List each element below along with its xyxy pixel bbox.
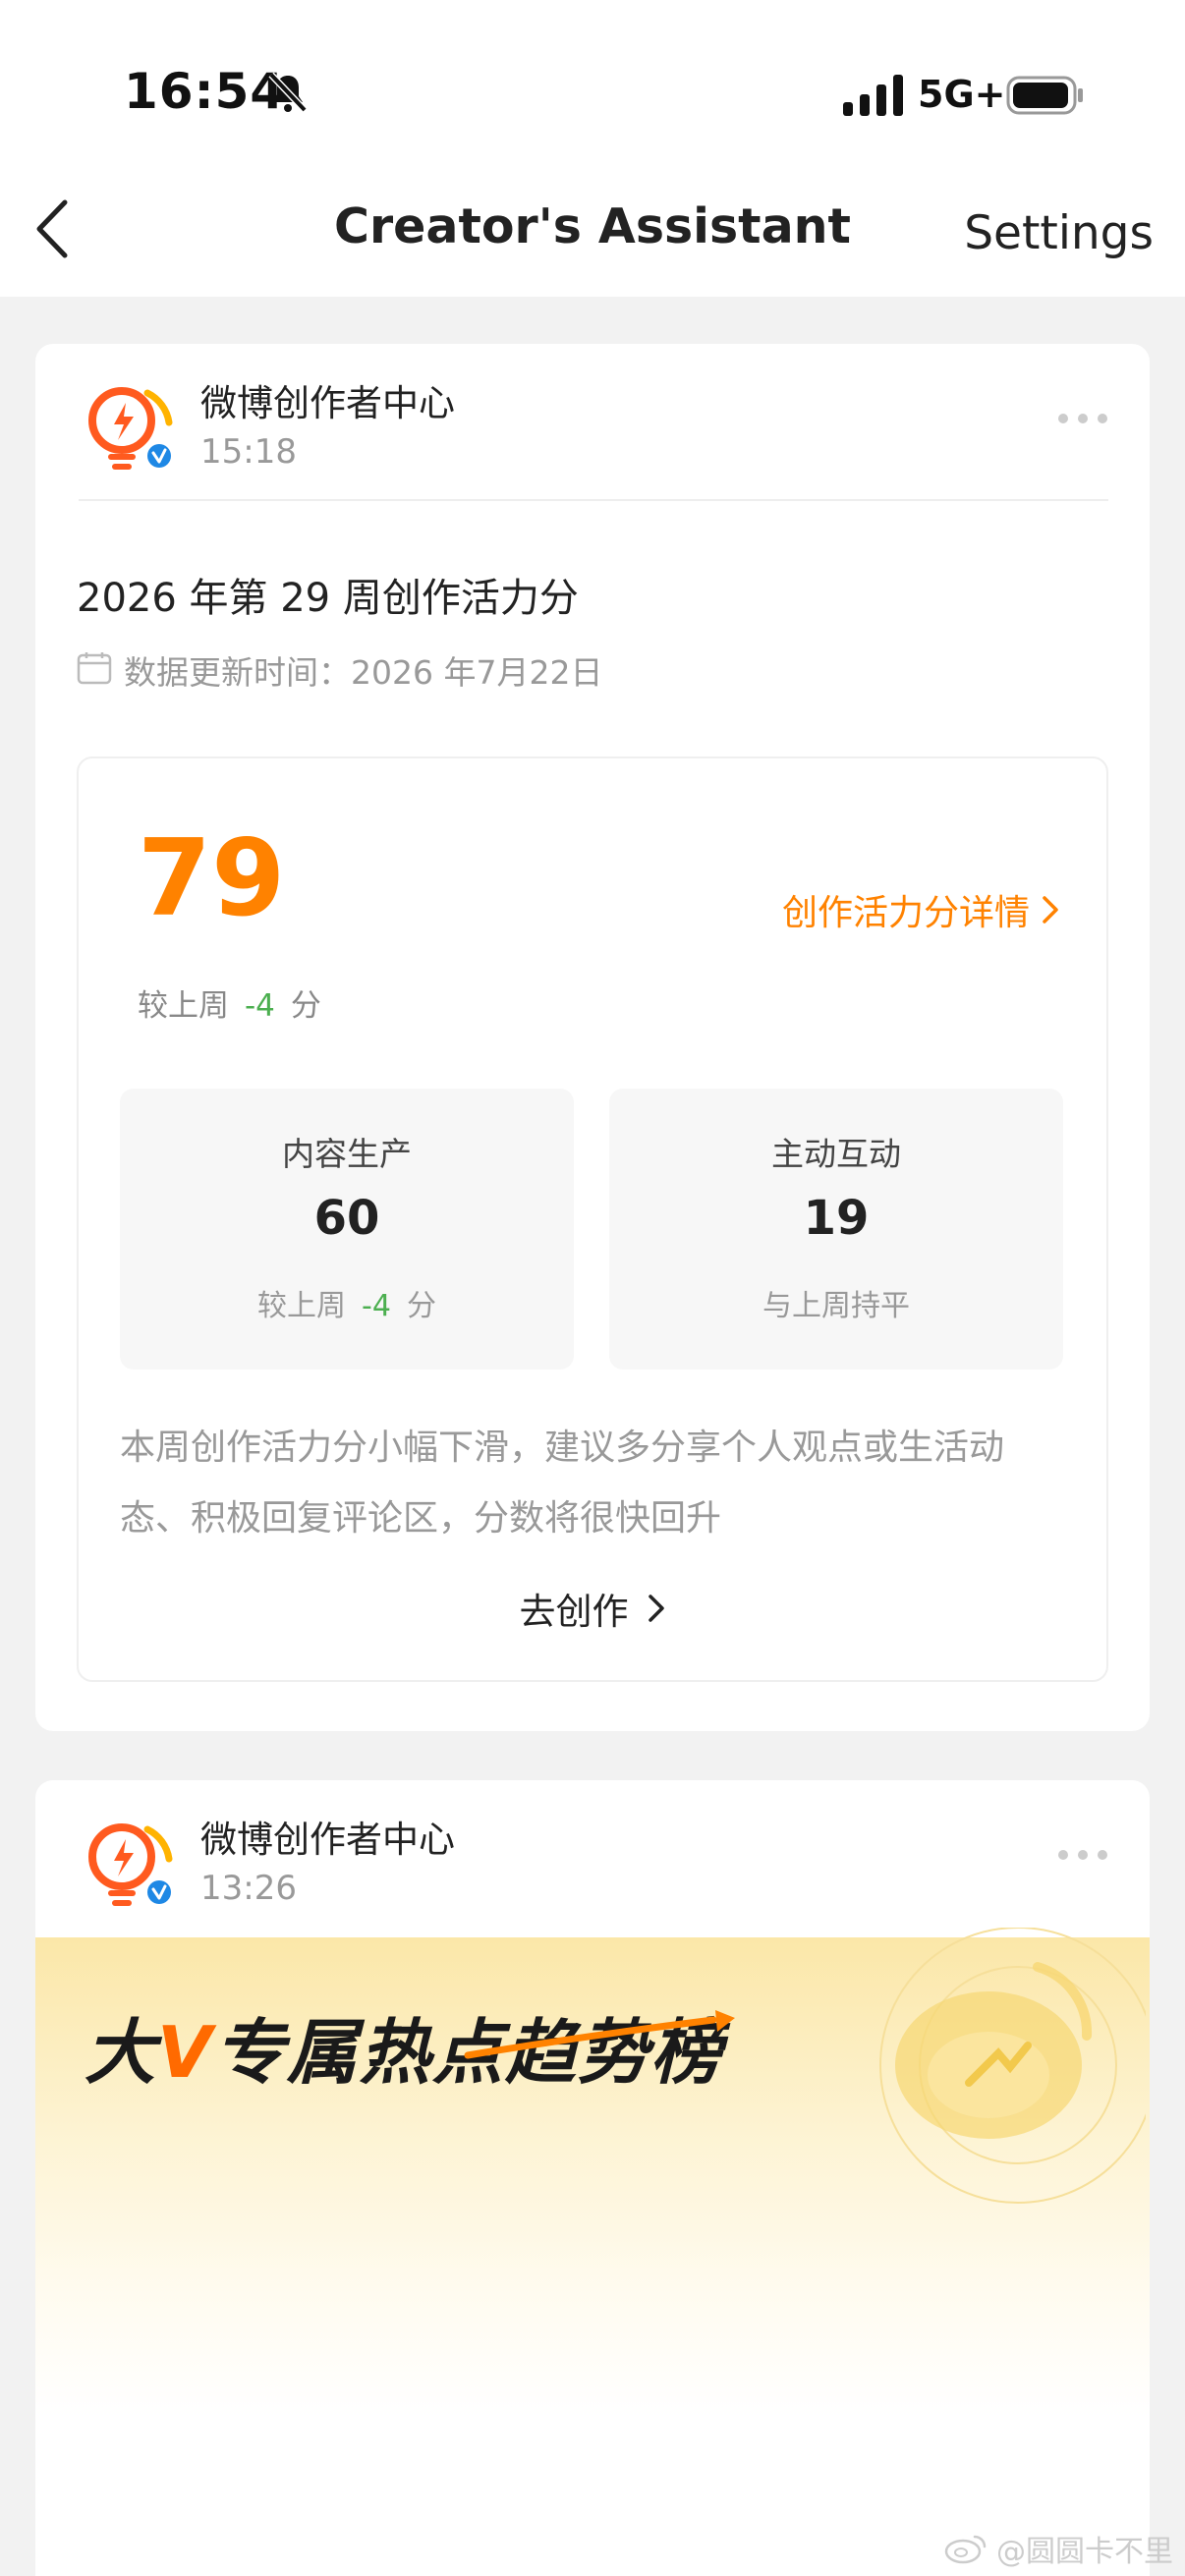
tile-value: 19	[803, 1191, 870, 1246]
report-heading: 2026 年第 29 周创作活力分	[77, 576, 579, 621]
creator-center-logo-icon	[88, 1823, 174, 1907]
message-time: 13:26	[200, 1869, 297, 1908]
go-create-button[interactable]: 去创作	[79, 1582, 1106, 1635]
weibo-icon	[944, 2535, 987, 2564]
active-interaction-tile: 主动互动 19 与上周持平	[609, 1089, 1063, 1370]
watermark: @圆圆卡不里	[943, 2527, 1173, 2570]
tile-value: 60	[313, 1191, 380, 1246]
more-options-icon[interactable]	[1055, 411, 1110, 426]
battery-icon	[1006, 76, 1083, 115]
chevron-right-icon	[648, 1595, 664, 1622]
compare-value: -4	[245, 988, 275, 1024]
calendar-icon	[77, 652, 112, 685]
tile-compare: 较上周 -4 分	[120, 1281, 574, 1324]
score-panel: 79 创作活力分详情 较上周 -4 分 内容生产 60 较上周 -4 分 主动互动 19…	[77, 756, 1108, 1682]
score-detail-link[interactable]: 创作活力分详情	[782, 884, 1061, 935]
message-card: 微博创作者中心 13:26 大V专属热点趋势榜	[35, 1780, 1150, 2576]
score-detail-label: 创作活力分详情	[781, 893, 1030, 933]
status-bar: 16:54 5G+	[0, 0, 1185, 177]
divider	[79, 499, 1108, 501]
hot-trend-banner[interactable]: 大V专属热点趋势榜	[35, 1928, 1150, 2576]
settings-button[interactable]: Settings	[964, 206, 1154, 260]
advice-text: 本周创作活力分小幅下滑，建议多分享个人观点或生活动态、积极回复评论区，分数将很快…	[120, 1428, 1005, 1539]
sender-name: 微博创作者中心	[200, 382, 455, 424]
chevron-right-icon	[1043, 896, 1058, 924]
tile-label: 主动互动	[771, 1135, 901, 1173]
trend-arrow-icon	[464, 2010, 735, 2059]
tile-compare: 与上周持平	[762, 1289, 910, 1323]
banner-title-pre: 大	[85, 2011, 158, 2094]
tile-label: 内容生产	[282, 1135, 412, 1173]
network-type: 5G+	[918, 73, 1006, 116]
creator-center-logo-icon	[88, 387, 174, 471]
sender-name: 微博创作者中心	[200, 1819, 455, 1861]
banner-title-v: V	[157, 2011, 214, 2094]
message-time: 15:18	[200, 432, 297, 472]
message-card: 微博创作者中心 15:18 2026 年第 29 周创作活力分 数据更新时间：2…	[35, 344, 1150, 1731]
tile-compare-unit: 分	[406, 1289, 436, 1323]
go-create-label: 去创作	[519, 1591, 629, 1633]
more-options-icon[interactable]	[1055, 1847, 1110, 1863]
compare-unit: 分	[290, 988, 321, 1024]
signal-icon	[843, 75, 903, 116]
status-time: 16:54	[124, 63, 286, 120]
watermark-text: @圆圆卡不里	[996, 2535, 1173, 2569]
update-time: 数据更新时间：2026 年7月22日	[124, 653, 603, 692]
activity-score: 79	[138, 817, 286, 940]
content-production-tile: 内容生产 60 较上周 -4 分	[120, 1089, 574, 1370]
tile-compare-value: -4	[362, 1289, 391, 1323]
score-compare: 较上周 -4 分	[138, 980, 321, 1025]
bell-muted-icon	[268, 72, 308, 113]
weibo-deco-icon	[879, 1928, 1146, 2204]
compare-prefix: 较上周	[138, 988, 229, 1024]
tile-compare-prefix: 较上周	[257, 1289, 347, 1323]
